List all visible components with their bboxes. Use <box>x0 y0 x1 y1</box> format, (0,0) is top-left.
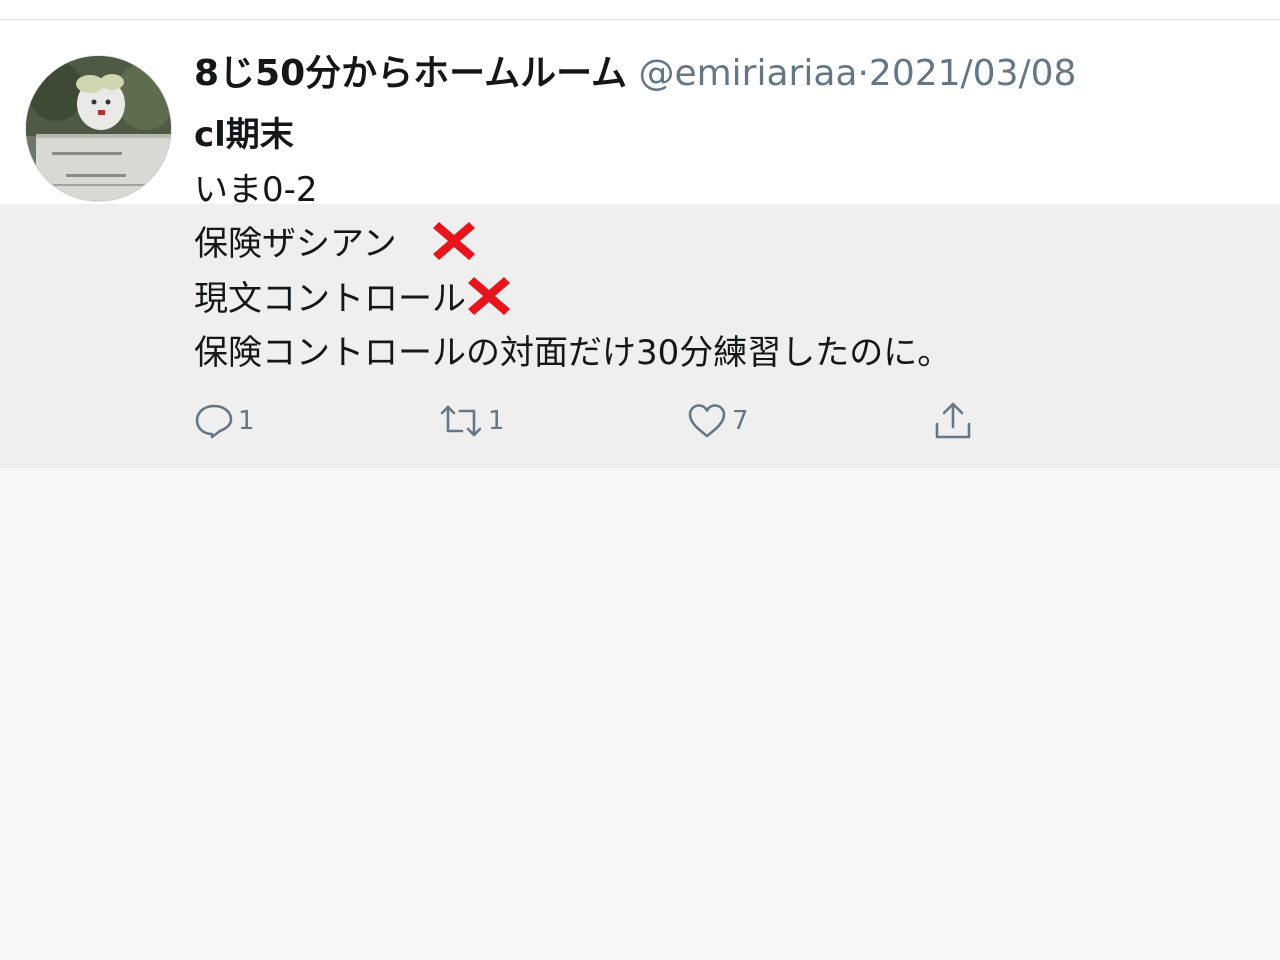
retweet-button[interactable]: 1 <box>438 398 505 444</box>
top-divider <box>0 0 1280 20</box>
tweet-body: cl期末 いま0-2 保険ザシアン 現文コントロール 保険コントロールの対面だけ… <box>194 108 951 381</box>
red-cross-mark-icon <box>431 218 477 264</box>
retweet-count: 1 <box>488 406 505 436</box>
like-button[interactable]: 7 <box>686 398 749 444</box>
tweet-date[interactable]: 2021/03/08 <box>869 53 1077 94</box>
retweet-arrows-icon <box>438 401 484 441</box>
avatar-image-icon <box>26 56 171 201</box>
tweet-title-line: cl期末 <box>194 115 294 155</box>
meta-separator: · <box>857 53 869 94</box>
share-upload-icon <box>932 400 974 442</box>
speech-bubble-icon <box>194 401 234 441</box>
tweet-line-matchup-2: 現文コントロール <box>194 272 951 327</box>
display-name[interactable]: 8じ50分からホームルーム <box>194 53 627 94</box>
tweet-actions: 1 1 7 <box>0 398 1280 444</box>
red-cross-mark-icon <box>466 273 512 319</box>
avatar[interactable] <box>25 55 172 202</box>
tweet-line-matchup-1: 保険ザシアン <box>194 217 951 272</box>
user-handle[interactable]: @emiriariaa <box>638 53 857 94</box>
matchup-2-text: 現文コントロール <box>194 278 466 319</box>
matchup-1-text: 保険ザシアン <box>194 224 431 264</box>
tweet-header: 8じ50分からホームルーム @emiriariaa·2021/03/08 <box>194 50 1076 98</box>
heart-icon <box>686 401 728 441</box>
reply-count: 1 <box>238 406 255 436</box>
like-count: 7 <box>732 406 749 436</box>
reply-button[interactable]: 1 <box>194 398 255 444</box>
tweet-line-score: いま0-2 <box>194 169 318 210</box>
tweet-card[interactable]: 8じ50分からホームルーム @emiriariaa·2021/03/08 cl期… <box>0 20 1280 468</box>
share-button[interactable] <box>932 398 974 444</box>
tweet-line-comment: 保険コントロールの対面だけ30分練習したのに。 <box>194 333 952 373</box>
